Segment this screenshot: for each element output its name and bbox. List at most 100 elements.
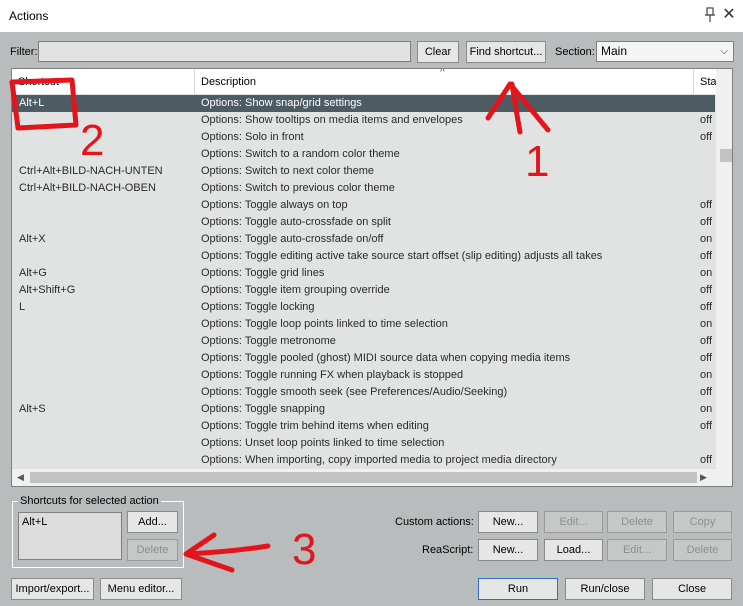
table-row[interactable]: Options: Toggle trim behind items when e… — [12, 418, 715, 435]
table-row[interactable]: Options: Toggle auto-crossfade on split o… — [12, 214, 715, 231]
reascript-delete-button[interactable]: Delete — [673, 539, 732, 561]
row-description: Options: Toggle always on top — [201, 199, 348, 211]
table-row[interactable]: Alt+G Options: Toggle grid lines on — [12, 265, 715, 282]
close-button[interactable]: Close — [652, 578, 732, 600]
row-description: Options: Unset loop points linked to tim… — [201, 437, 445, 449]
row-description: Options: Toggle auto-crossfade on/off — [201, 233, 384, 245]
clear-button[interactable]: Clear — [417, 41, 459, 63]
row-description: Options: Toggle loop points linked to ti… — [201, 318, 448, 330]
horizontal-scrollbar[interactable]: ◀ ▶ — [12, 469, 732, 486]
row-state: on — [700, 403, 713, 415]
run-button[interactable]: Run — [478, 578, 558, 600]
custom-actions-label: Custom actions: — [395, 516, 474, 528]
annotation-number-2: 2 — [80, 116, 105, 165]
row-description: Options: Switch to previous color theme — [201, 182, 395, 194]
table-row[interactable]: Ctrl+Alt+BILD-NACH-UNTEN Options: Switch … — [12, 163, 715, 180]
row-state: off — [700, 454, 713, 466]
reascript-load-button[interactable]: Load... — [544, 539, 603, 561]
row-description: Options: Toggle snapping — [201, 403, 325, 415]
table-row[interactable]: Options: Solo in front off — [12, 129, 715, 146]
table-row[interactable]: Options: Show tooltips on media items an… — [12, 112, 715, 129]
row-description: Options: Toggle grid lines — [201, 267, 325, 279]
row-description: Options: Show tooltips on media items an… — [201, 114, 463, 126]
delete-shortcut-button[interactable]: Delete — [127, 539, 178, 561]
row-description: Options: Toggle item grouping override — [201, 284, 390, 296]
row-state: off — [700, 301, 713, 313]
table-row[interactable]: Options: Toggle pooled (ghost) MIDI sour… — [12, 350, 715, 367]
pin-icon[interactable] — [701, 6, 719, 24]
section-dropdown[interactable]: Main ⌵ — [596, 41, 734, 62]
table-row[interactable]: Options: Toggle running FX when playback… — [12, 367, 715, 384]
reascript-edit-button[interactable]: Edit... — [607, 539, 667, 561]
row-state: on — [700, 233, 713, 245]
row-shortcut: Alt+Shift+G — [19, 284, 76, 296]
horizontal-scroll-thumb[interactable] — [30, 472, 697, 483]
table-row[interactable]: Alt+S Options: Toggle snapping on — [12, 401, 715, 418]
filter-input[interactable] — [38, 41, 411, 62]
row-state: off — [700, 114, 713, 126]
table-row[interactable]: Options: Toggle editing active take sour… — [12, 248, 715, 265]
table-row[interactable]: Alt+X Options: Toggle auto-crossfade on/o… — [12, 231, 715, 248]
row-state: off — [700, 199, 713, 211]
rows-container: Alt+L Options: Show snap/grid settings Opt… — [12, 95, 715, 469]
row-description: Options: Toggle auto-crossfade on split — [201, 216, 391, 228]
row-shortcut: L — [19, 301, 26, 313]
menu-editor-button[interactable]: Menu editor... — [100, 578, 182, 600]
row-state: off — [700, 335, 713, 347]
scroll-right-icon[interactable]: ▶ — [700, 472, 707, 483]
annotation-arrow-3 — [183, 532, 271, 573]
import-export-button[interactable]: Import/export... — [11, 578, 94, 600]
row-state: off — [700, 250, 713, 262]
list-header: Shortcut Description ^ Sta — [12, 69, 732, 94]
row-shortcut: Alt+S — [19, 403, 46, 415]
custom-copy-button[interactable]: Copy — [673, 511, 732, 533]
shortcut-list[interactable]: Alt+L — [18, 512, 122, 560]
custom-delete-button[interactable]: Delete — [607, 511, 667, 533]
table-row[interactable]: Options: Switch to a random color theme — [12, 146, 715, 163]
row-state: on — [700, 318, 713, 330]
table-row[interactable]: Options: When importing, copy imported m… — [12, 452, 715, 469]
close-icon[interactable]: ✕ — [719, 5, 739, 25]
add-shortcut-button[interactable]: Add... — [127, 511, 178, 533]
row-shortcut: Ctrl+Alt+BILD-NACH-OBEN — [19, 182, 156, 194]
table-row[interactable]: Options: Toggle metronome off — [12, 333, 715, 350]
row-shortcut: Alt+X — [19, 233, 46, 245]
row-state: on — [700, 267, 713, 279]
table-row[interactable]: Options: Unset loop points linked to tim… — [12, 435, 715, 452]
row-description: Options: Toggle pooled (ghost) MIDI sour… — [201, 352, 571, 364]
table-row[interactable]: Alt+Shift+G Options: Toggle item grouping… — [12, 282, 715, 299]
row-shortcut: Ctrl+Alt+BILD-NACH-UNTEN — [19, 165, 163, 177]
actions-list[interactable]: Shortcut Description ^ Sta Alt+L Options:… — [11, 68, 733, 487]
column-header-shortcut[interactable]: Shortcut — [12, 69, 195, 94]
filter-label: Filter: — [10, 46, 38, 58]
shortcut-list-item[interactable]: Alt+L — [22, 516, 47, 528]
reascript-new-button[interactable]: New... — [478, 539, 538, 561]
row-state: off — [700, 216, 713, 228]
window-title: Actions — [9, 9, 49, 23]
find-shortcut-button[interactable]: Find shortcut... — [466, 41, 546, 63]
scroll-left-icon[interactable]: ◀ — [17, 472, 24, 483]
vertical-scrollbar[interactable] — [716, 69, 732, 469]
vertical-scroll-thumb[interactable] — [720, 149, 732, 162]
row-description: Options: Toggle editing active take sour… — [201, 250, 603, 262]
reascript-label: ReaScript: — [422, 544, 474, 556]
table-row[interactable]: Options: Toggle smooth seek (see Prefere… — [12, 384, 715, 401]
table-row[interactable]: Options: Toggle always on top off — [12, 197, 715, 214]
section-value: Main — [601, 44, 628, 58]
table-row[interactable]: Alt+L Options: Show snap/grid settings — [12, 95, 715, 112]
section-label: Section: — [555, 46, 595, 58]
row-state: off — [700, 352, 713, 364]
table-row[interactable]: L Options: Toggle locking off — [12, 299, 715, 316]
run-close-button[interactable]: Run/close — [565, 578, 645, 600]
custom-edit-button[interactable]: Edit... — [544, 511, 603, 533]
row-state: off — [700, 386, 713, 398]
chevron-down-icon: ⌵ — [720, 46, 728, 57]
row-description: Options: Toggle trim behind items when e… — [201, 420, 429, 432]
row-description: Options: Toggle locking — [201, 301, 315, 313]
table-row[interactable]: Ctrl+Alt+BILD-NACH-OBEN Options: Switch t… — [12, 180, 715, 197]
row-description: Options: Toggle running FX when playback… — [201, 369, 464, 381]
row-state: off — [700, 420, 713, 432]
row-description: Options: Toggle smooth seek (see Prefere… — [201, 386, 508, 398]
table-row[interactable]: Options: Toggle loop points linked to ti… — [12, 316, 715, 333]
custom-new-button[interactable]: New... — [478, 511, 538, 533]
